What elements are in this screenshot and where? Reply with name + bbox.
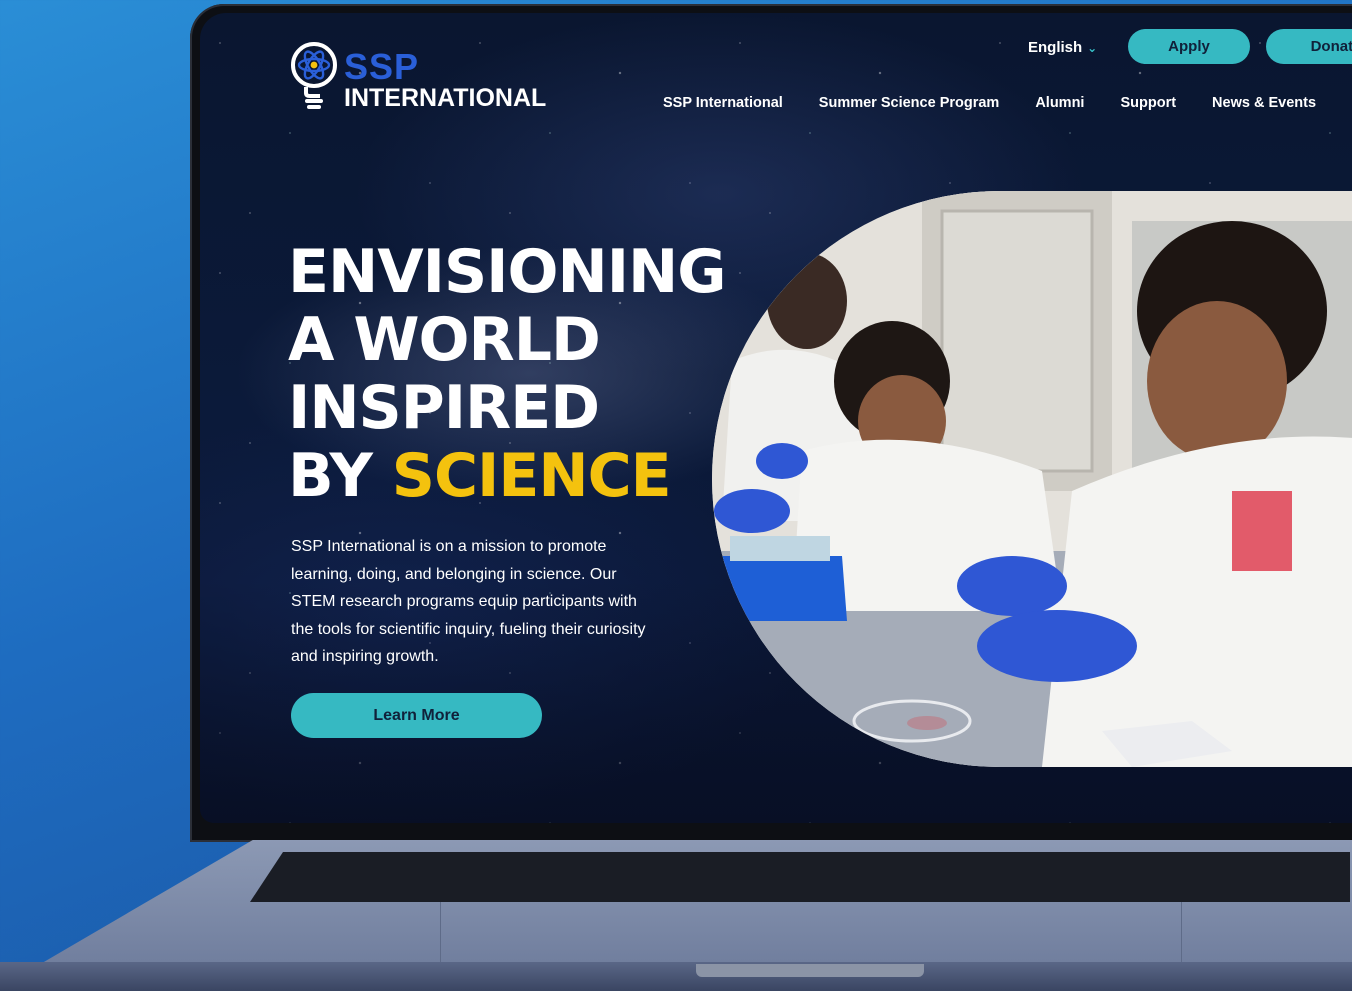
learn-more-button[interactable]: Learn More [291, 693, 542, 738]
headline-accent-word: SCIENCE [391, 441, 672, 511]
main-nav: SSP International Summer Science Program… [663, 95, 1316, 111]
language-label: English [1028, 39, 1083, 56]
hero-lab-photo [712, 191, 1352, 767]
nav-item-support[interactable]: Support [1120, 95, 1176, 111]
lab-students-illustration [712, 191, 1352, 767]
nav-item-news-events[interactable]: News & Events [1212, 95, 1316, 111]
hero-description: SSP International is on a mission to pro… [291, 538, 646, 665]
logo-international-text: INTERNATIONAL [344, 84, 547, 112]
language-selector[interactable]: English ⌄ [1028, 39, 1097, 56]
website-screen: SSP INTERNATIONAL English ⌄ Apply Donate… [200, 13, 1352, 823]
site-logo[interactable]: SSP INTERNATIONAL [290, 41, 546, 115]
laptop-lid-notch [696, 964, 924, 977]
donate-button[interactable]: Donate [1266, 29, 1352, 64]
nav-item-alumni[interactable]: Alumni [1035, 95, 1084, 111]
logo-ssp-text: SSP [344, 46, 420, 87]
nav-item-ssp-international[interactable]: SSP International [663, 95, 783, 111]
chevron-down-icon: ⌄ [1087, 40, 1098, 55]
atom-bulb-icon [291, 42, 337, 109]
laptop-front-edge [0, 962, 1352, 991]
laptop-keyboard [250, 852, 1350, 902]
laptop-trackpad [440, 902, 1182, 962]
apply-button[interactable]: Apply [1128, 29, 1250, 64]
hero-headline: ENVISIONING A WORLD INSPIRED BY SCIENCE [288, 237, 727, 511]
nav-item-summer-science-program[interactable]: Summer Science Program [819, 95, 1000, 111]
